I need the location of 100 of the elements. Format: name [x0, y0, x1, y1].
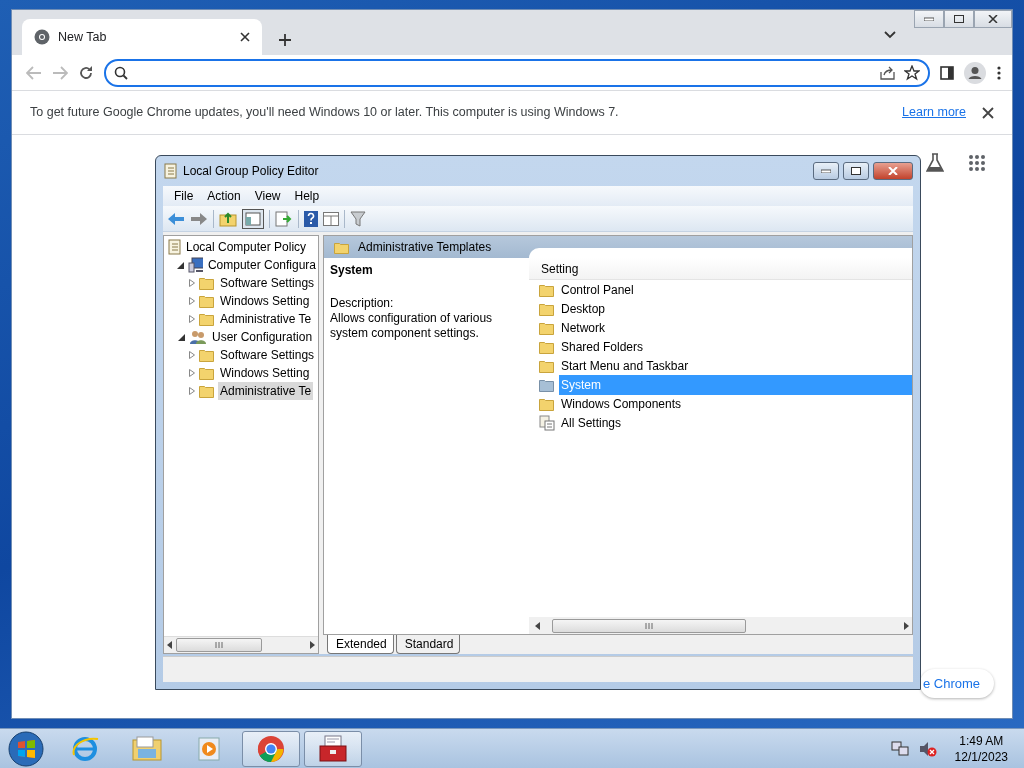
- view-tab[interactable]: Standard: [395, 635, 461, 654]
- chevron-down-icon[interactable]: [884, 31, 896, 39]
- learn-more-link[interactable]: Learn more: [902, 103, 966, 122]
- close-button[interactable]: [873, 162, 913, 180]
- menu-item[interactable]: File: [167, 187, 201, 205]
- volume-muted-icon[interactable]: [918, 740, 937, 757]
- tree-item[interactable]: Software Settings: [218, 346, 317, 364]
- description-text: Allows configuration of various system component settings.: [330, 311, 494, 341]
- collapsed-arrow-icon[interactable]: [187, 369, 196, 377]
- menu-item[interactable]: Action: [200, 187, 248, 205]
- filter-icon[interactable]: [350, 210, 366, 227]
- minimize-button[interactable]: [813, 162, 839, 180]
- expanded-arrow-icon[interactable]: [177, 333, 186, 341]
- view-tab[interactable]: Extended: [327, 635, 394, 654]
- collapsed-arrow-icon[interactable]: [187, 297, 196, 305]
- clock-time[interactable]: 1:49 AM: [954, 732, 1008, 749]
- grip-icon[interactable]: [645, 622, 653, 629]
- scroll-right-icon[interactable]: [310, 641, 315, 649]
- collapsed-arrow-icon[interactable]: [187, 351, 196, 359]
- scroll-right-icon[interactable]: [904, 621, 909, 630]
- list-item[interactable]: Windows Components: [559, 393, 912, 414]
- search-icon: [114, 65, 128, 80]
- browser-tab[interactable]: New Tab: [22, 19, 262, 55]
- media-player-icon: [196, 735, 222, 762]
- clock-date[interactable]: 12/1/2023: [954, 748, 1008, 765]
- collapsed-arrow-icon[interactable]: [187, 279, 196, 287]
- folder-icon: [199, 312, 215, 326]
- maximize-button[interactable]: [843, 162, 869, 180]
- grip-icon[interactable]: [215, 642, 223, 648]
- policy-icon: [163, 163, 177, 179]
- back-icon[interactable]: [167, 211, 185, 226]
- maximize-icon: [954, 15, 964, 23]
- close-button[interactable]: [974, 10, 1012, 28]
- tree-item[interactable]: Administrative Te: [218, 382, 314, 400]
- collapsed-arrow-icon[interactable]: [187, 387, 196, 395]
- folder-icon: [539, 339, 555, 354]
- scroll-left-icon[interactable]: [535, 621, 540, 630]
- folder-icon: [539, 282, 555, 297]
- column-header[interactable]: Setting: [541, 259, 579, 278]
- horizontal-scrollbar[interactable]: [529, 617, 912, 634]
- export-list-icon[interactable]: [275, 210, 293, 227]
- tree-item[interactable]: Local Computer Policy: [184, 238, 309, 256]
- new-tab-icon[interactable]: [278, 33, 292, 47]
- panel-icon[interactable]: [323, 211, 339, 226]
- users-icon: [189, 329, 207, 345]
- maximize-button[interactable]: [944, 10, 974, 28]
- tree-pane-icon[interactable]: [242, 208, 264, 229]
- menu-item[interactable]: View: [247, 187, 288, 205]
- apps-grid-icon[interactable]: [968, 154, 986, 172]
- network-icon[interactable]: [890, 740, 909, 757]
- folder-icon: [539, 377, 555, 392]
- star-icon[interactable]: [904, 64, 920, 81]
- forward-icon[interactable]: [190, 211, 208, 226]
- folder-icon: [199, 276, 215, 290]
- list-item[interactable]: Desktop: [559, 298, 912, 319]
- tree-item[interactable]: Windows Setting: [218, 364, 312, 382]
- list-item[interactable]: All Settings: [559, 412, 912, 433]
- customize-chrome-button[interactable]: e Chrome: [919, 668, 994, 698]
- folder-icon: [199, 294, 215, 308]
- help-icon[interactable]: [304, 210, 318, 227]
- folder-icon: [199, 366, 215, 380]
- profile-icon[interactable]: [964, 61, 986, 84]
- folder-icon: [539, 301, 555, 316]
- list-item[interactable]: Network: [559, 317, 912, 338]
- list-item[interactable]: Control Panel: [559, 279, 912, 300]
- window-title: Local Group Policy Editor: [183, 163, 319, 180]
- close-icon[interactable]: [982, 106, 994, 119]
- menu-icon[interactable]: [996, 64, 1002, 81]
- expanded-arrow-icon[interactable]: [177, 261, 185, 269]
- tree-item[interactable]: Computer Configura: [205, 256, 318, 274]
- close-icon: [988, 15, 998, 23]
- collapsed-arrow-icon[interactable]: [187, 315, 196, 323]
- tree-item[interactable]: Administrative Te: [218, 310, 314, 328]
- list-item[interactable]: Shared Folders: [559, 336, 912, 357]
- scroll-left-icon[interactable]: [167, 641, 172, 649]
- tree-item[interactable]: User Configuration: [210, 328, 315, 346]
- folder-icon: [539, 320, 555, 335]
- folder-icon: [199, 348, 215, 362]
- up-folder-icon[interactable]: [219, 210, 237, 227]
- horizontal-scrollbar[interactable]: [164, 636, 318, 653]
- chrome-logo-icon: [257, 734, 285, 763]
- list-item[interactable]: Start Menu and Taskbar: [559, 355, 912, 376]
- menu-item[interactable]: Help: [287, 187, 327, 205]
- tree-item[interactable]: Software Settings: [218, 274, 317, 292]
- flask-icon[interactable]: [926, 153, 944, 173]
- address-bar[interactable]: [104, 58, 930, 87]
- share-icon[interactable]: [880, 65, 896, 80]
- folder-icon: [539, 396, 555, 411]
- taskbar-app-button[interactable]: [304, 730, 362, 767]
- reload-icon[interactable]: [78, 64, 94, 81]
- close-icon[interactable]: [240, 32, 250, 42]
- folder-icon: [334, 240, 350, 254]
- description-label: Description:: [330, 296, 395, 311]
- folder-icon: [199, 384, 215, 398]
- taskbar-app-button[interactable]: [242, 730, 300, 767]
- tree-item[interactable]: Windows Setting: [218, 292, 312, 310]
- update-message: To get future Google Chrome updates, you'll need Windows 10 or later. This computer is using Windows 7.: [30, 104, 619, 122]
- close-icon: [888, 167, 898, 175]
- side-panel-icon[interactable]: [940, 65, 954, 80]
- start-button[interactable]: [6, 729, 46, 768]
